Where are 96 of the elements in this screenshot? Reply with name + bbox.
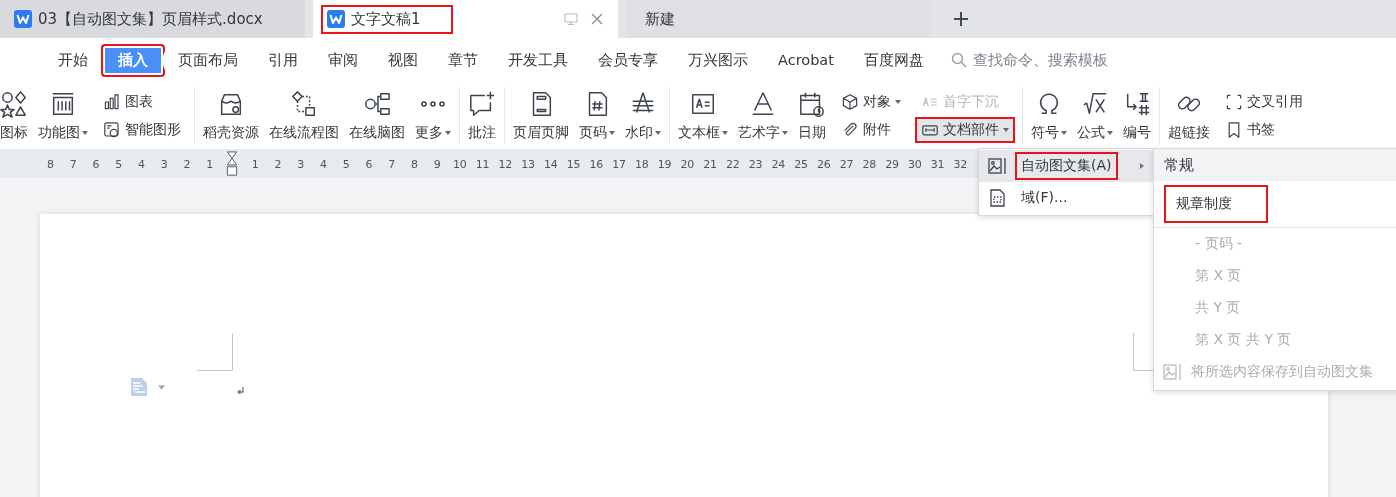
ruler-number: 8 [409, 157, 419, 171]
ribbon-button[interactable]: 页码 [574, 89, 620, 142]
search-icon [950, 52, 967, 68]
ruler-number: 2 [182, 157, 192, 171]
ribbon-button[interactable]: 公式 [1072, 89, 1118, 142]
paragraph-mark-icon [237, 387, 245, 395]
ruler-number: 10 [451, 157, 468, 171]
ruler-number: 8 [45, 157, 55, 171]
app-logo-icon [14, 10, 32, 28]
close-icon[interactable] [590, 12, 604, 26]
margin-mark [197, 333, 233, 371]
ruler-number: 15 [565, 157, 582, 171]
ribbon-button[interactable]: 页眉页脚 [508, 89, 574, 142]
document-tab[interactable]: 03【自动图文集】页眉样式.docx [0, 0, 305, 38]
ribbon-button[interactable]: 智能图形 [97, 116, 187, 143]
ruler-number: 1 [250, 157, 260, 171]
menu-item[interactable]: 域(F)... [979, 182, 1156, 214]
brackets-icon [1225, 92, 1243, 111]
ribbon-button[interactable]: 文本框 [673, 89, 733, 142]
ribbon-button[interactable]: 日期 [793, 89, 831, 142]
ruler-number: 7 [387, 157, 397, 171]
ribbon-button[interactable]: 图表 [97, 88, 187, 115]
ruler-number: 12 [497, 157, 514, 171]
ruler-number: 3 [159, 157, 169, 171]
caret-icon[interactable] [158, 384, 165, 390]
comment-icon [468, 89, 496, 118]
ribbon-button[interactable]: 水印 [620, 89, 666, 142]
ruler-number: 28 [861, 157, 878, 171]
ruler-number: 19 [656, 157, 673, 171]
ruler-number: 27 [838, 157, 855, 171]
ruler-number: 30 [906, 157, 923, 171]
ribbon-button[interactable]: 超链接 [1163, 89, 1215, 142]
ruler-number: 21 [702, 157, 719, 171]
ruler-number: 5 [341, 157, 351, 171]
ribbon-button[interactable]: 更多 [410, 89, 456, 142]
ruler-number: 6 [364, 157, 374, 171]
tab-title: 03【自动图文集】页眉样式.docx [38, 9, 263, 29]
ribbon-button[interactable]: 图标 [0, 89, 33, 142]
document-tab[interactable]: 文字文稿1 [313, 0, 618, 38]
tab-title: 新建 [645, 9, 675, 29]
more-icon [421, 100, 445, 107]
ribbon-button[interactable]: 对象 [835, 88, 907, 115]
menu-item[interactable]: 规章制度 [1164, 185, 1268, 223]
menu-item[interactable]: 自动图文集(A) [979, 150, 1156, 182]
ruler-number: 9 [432, 157, 442, 171]
ruler-number: 29 [884, 157, 901, 171]
tab-title: 文字文稿1 [351, 9, 421, 29]
ruler-number: 23 [747, 157, 764, 171]
monitor-icon[interactable] [564, 12, 578, 26]
app-logo-icon [327, 10, 345, 28]
ribbon-button[interactable]: 书签 [1219, 116, 1309, 143]
image-icon [987, 156, 1007, 176]
ruler-number: 11 [474, 157, 491, 171]
document-tab[interactable]: 新建 [626, 0, 931, 38]
ruler-number: 22 [724, 157, 741, 171]
ruler-number: 2 [273, 157, 283, 171]
ribbon-button[interactable]: 交叉引用 [1219, 88, 1309, 115]
ruler-number: 3 [296, 157, 306, 171]
ribbon-button[interactable]: 批注 [463, 89, 501, 142]
ruler-number: 18 [633, 157, 650, 171]
ruler-number: 6 [91, 157, 101, 171]
ruler-number: 26 [815, 157, 832, 171]
ribbon-button[interactable]: 编号 [1118, 89, 1156, 142]
ribbon-button[interactable]: 文档部件 [915, 116, 1015, 143]
ribbon-button[interactable]: 功能图 [33, 89, 93, 142]
ribbon-button[interactable]: 在线脑图 [344, 89, 410, 142]
ruler-number: 17 [611, 157, 628, 171]
ruler-number: 4 [136, 157, 146, 171]
ruler-number: 13 [520, 157, 537, 171]
ruler-number: 32 [952, 157, 969, 171]
indent-marker-icon[interactable] [226, 151, 239, 177]
image-icon [1162, 362, 1182, 382]
bar-chart-icon [103, 92, 121, 111]
menu-section-header: 常规 [1154, 149, 1396, 181]
ribbon-button[interactable]: 稻壳资源 [198, 89, 264, 142]
ruler-number: 5 [114, 157, 124, 171]
ribbon-button[interactable]: 附件 [835, 116, 907, 143]
ruler-number: 7 [68, 157, 78, 171]
ruler-number: 24 [770, 157, 787, 171]
ruler-number: 1 [205, 157, 215, 171]
plus-icon[interactable] [953, 11, 969, 27]
ruler-number: 20 [679, 157, 696, 171]
shapes-icon [103, 120, 121, 139]
ribbon-button[interactable]: 在线流程图 [264, 89, 344, 142]
ruler-number: 31 [929, 157, 946, 171]
shapes-icon [0, 89, 28, 118]
ribbon-button[interactable]: 艺术字 [733, 89, 793, 142]
search-field[interactable]: 查找命令、搜索模板 [950, 51, 1145, 69]
cube-icon [841, 92, 859, 111]
field-icon [987, 188, 1007, 208]
ruler-number: 4 [318, 157, 328, 171]
ribbon-button[interactable]: 符号 [1026, 89, 1072, 142]
ruler-number: 25 [793, 157, 810, 171]
ruler-number: 14 [542, 157, 559, 171]
ruler-number: 16 [588, 157, 605, 171]
flowchart-icon [290, 89, 318, 118]
